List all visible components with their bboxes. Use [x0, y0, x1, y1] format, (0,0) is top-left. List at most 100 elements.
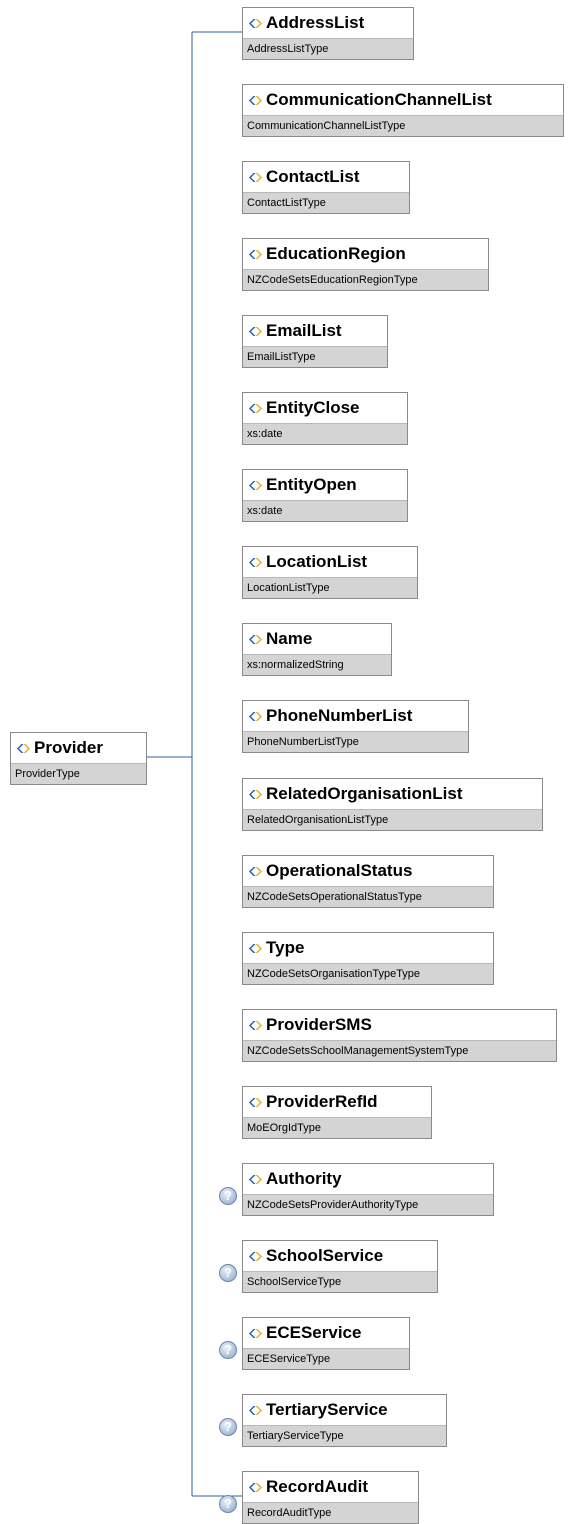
- child-name-row: EducationRegion: [243, 239, 488, 269]
- element-icon: [249, 1174, 262, 1184]
- child-name-row: RecordAudit: [243, 1472, 418, 1502]
- child-element-name: Authority: [266, 1169, 342, 1188]
- child-element-node[interactable]: ProviderRefId MoEOrgIdType: [242, 1086, 432, 1139]
- child-element-node[interactable]: EducationRegion NZCodeSetsEducationRegion…: [242, 238, 489, 291]
- child-element-type: RelatedOrganisationListType: [243, 809, 542, 830]
- child-element-name: ECEService: [266, 1323, 362, 1342]
- child-element-node[interactable]: AddressList AddressListType: [242, 7, 414, 60]
- element-icon: [249, 1405, 262, 1415]
- element-icon: [249, 1482, 262, 1492]
- element-icon: [249, 18, 262, 28]
- optional-icon: ?: [219, 1264, 237, 1282]
- child-name-row: AddressList: [243, 8, 413, 38]
- child-name-row: TertiaryService: [243, 1395, 446, 1425]
- child-element-node[interactable]: EntityOpen xs:date: [242, 469, 408, 522]
- child-element-name: EntityClose: [266, 398, 360, 417]
- child-element-name: Name: [266, 629, 313, 648]
- child-element-node[interactable]: Type NZCodeSetsOrganisationTypeType: [242, 932, 494, 985]
- element-icon: [249, 95, 262, 105]
- element-icon: [249, 943, 262, 953]
- element-icon: [249, 634, 262, 644]
- child-element-node[interactable]: SchoolService SchoolServiceType: [242, 1240, 438, 1293]
- child-element-name: SchoolService: [266, 1246, 384, 1265]
- child-element-node[interactable]: OperationalStatus NZCodeSetsOperationalSt…: [242, 855, 494, 908]
- child-element-type: NZCodeSetsOrganisationTypeType: [243, 963, 493, 984]
- child-name-row: ECEService: [243, 1318, 409, 1348]
- child-element-node[interactable]: Name xs:normalizedString: [242, 623, 392, 676]
- child-element-type: NZCodeSetsSchoolManagementSystemType: [243, 1040, 556, 1061]
- element-icon: [249, 789, 262, 799]
- child-element-type: xs:normalizedString: [243, 654, 391, 675]
- child-element-name: PhoneNumberList: [266, 706, 413, 725]
- child-element-type: MoEOrgIdType: [243, 1117, 431, 1138]
- child-element-type: ECEServiceType: [243, 1348, 409, 1369]
- element-icon: [249, 249, 262, 259]
- optional-icon: ?: [219, 1187, 237, 1205]
- child-element-type: ContactListType: [243, 192, 409, 213]
- element-icon: [249, 711, 262, 721]
- child-name-row: SchoolService: [243, 1241, 437, 1271]
- child-element-type: AddressListType: [243, 38, 413, 59]
- optional-icon: ?: [219, 1495, 237, 1513]
- child-element-node[interactable]: EntityClose xs:date: [242, 392, 408, 445]
- root-element-name: Provider: [34, 738, 103, 757]
- element-icon: [249, 1251, 262, 1261]
- element-icon: [249, 1328, 262, 1338]
- child-name-row: ContactList: [243, 162, 409, 192]
- child-element-name: RecordAudit: [266, 1477, 368, 1496]
- child-name-row: OperationalStatus: [243, 856, 493, 886]
- root-element-type: ProviderType: [11, 763, 146, 784]
- child-element-node[interactable]: RecordAudit RecordAuditType: [242, 1471, 419, 1524]
- child-element-name: TertiaryService: [266, 1400, 388, 1419]
- child-element-node[interactable]: EmailList EmailListType: [242, 315, 388, 368]
- optional-icon: ?: [219, 1341, 237, 1359]
- child-element-node[interactable]: ContactList ContactListType: [242, 161, 410, 214]
- element-icon: [249, 1097, 262, 1107]
- child-element-name: AddressList: [266, 13, 365, 32]
- child-element-type: TertiaryServiceType: [243, 1425, 446, 1446]
- child-name-row: EntityClose: [243, 393, 407, 423]
- child-element-node[interactable]: TertiaryService TertiaryServiceType: [242, 1394, 447, 1447]
- child-element-type: CommunicationChannelListType: [243, 115, 563, 136]
- element-icon: [249, 1020, 262, 1030]
- child-element-node[interactable]: RelatedOrganisationList RelatedOrganisati…: [242, 778, 543, 831]
- element-icon: [249, 557, 262, 567]
- child-element-name: ContactList: [266, 167, 360, 186]
- child-element-name: ProviderSMS: [266, 1015, 372, 1034]
- child-element-type: NZCodeSetsOperationalStatusType: [243, 886, 493, 907]
- element-icon: [249, 172, 262, 182]
- child-element-node[interactable]: Authority NZCodeSetsProviderAuthorityType: [242, 1163, 494, 1216]
- element-icon: [249, 866, 262, 876]
- child-element-type: NZCodeSetsEducationRegionType: [243, 269, 488, 290]
- child-element-node[interactable]: ECEService ECEServiceType: [242, 1317, 410, 1370]
- child-name-row: CommunicationChannelList: [243, 85, 563, 115]
- child-name-row: PhoneNumberList: [243, 701, 468, 731]
- child-name-row: ProviderSMS: [243, 1010, 556, 1040]
- child-element-type: SchoolServiceType: [243, 1271, 437, 1292]
- child-element-name: ProviderRefId: [266, 1092, 378, 1111]
- element-icon: [249, 326, 262, 336]
- child-name-row: RelatedOrganisationList: [243, 779, 542, 809]
- child-name-row: Authority: [243, 1164, 493, 1194]
- root-element-node[interactable]: Provider ProviderType: [10, 732, 147, 785]
- child-element-node[interactable]: LocationList LocationListType: [242, 546, 418, 599]
- child-element-name: RelatedOrganisationList: [266, 784, 463, 803]
- child-element-type: PhoneNumberListType: [243, 731, 468, 752]
- child-element-node[interactable]: CommunicationChannelList CommunicationCha…: [242, 84, 564, 137]
- child-element-type: LocationListType: [243, 577, 417, 598]
- child-element-type: EmailListType: [243, 346, 387, 367]
- child-element-node[interactable]: PhoneNumberList PhoneNumberListType: [242, 700, 469, 753]
- element-icon: [249, 480, 262, 490]
- child-element-node[interactable]: ProviderSMS NZCodeSetsSchoolManagementSys…: [242, 1009, 557, 1062]
- optional-icon: ?: [219, 1418, 237, 1436]
- child-element-type: RecordAuditType: [243, 1502, 418, 1523]
- child-name-row: Type: [243, 933, 493, 963]
- child-element-name: EducationRegion: [266, 244, 406, 263]
- child-element-name: Type: [266, 938, 305, 957]
- child-name-row: LocationList: [243, 547, 417, 577]
- child-name-row: Name: [243, 624, 391, 654]
- child-element-type: NZCodeSetsProviderAuthorityType: [243, 1194, 493, 1215]
- child-element-name: EntityOpen: [266, 475, 357, 494]
- child-element-type: xs:date: [243, 423, 407, 444]
- element-icon: [17, 743, 30, 753]
